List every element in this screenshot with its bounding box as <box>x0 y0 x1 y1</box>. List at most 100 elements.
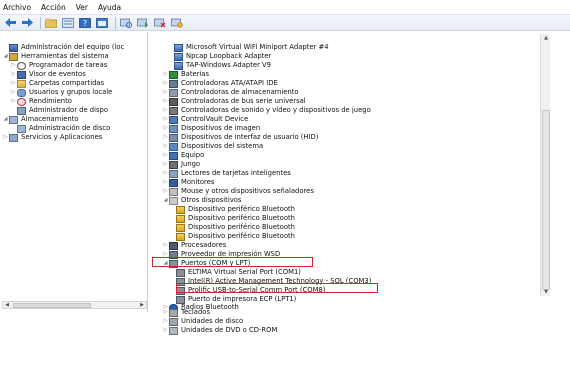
help-icon[interactable]: ? <box>78 17 92 29</box>
scan-hardware-icon[interactable] <box>119 17 133 29</box>
tree-item-services-apps[interactable]: ▷ Servicios y Aplicaciones <box>2 133 102 142</box>
expand-arrow-icon[interactable]: ▷ <box>162 151 169 160</box>
tree-item-label: Almacenamiento <box>21 115 79 123</box>
expand-arrow-icon[interactable]: ▷ <box>162 178 169 187</box>
category-item[interactable]: ▷ Controladoras de sonido y vídeo y dispo… <box>162 106 371 115</box>
tree-item-system-tools[interactable]: ◢ Herramientas del sistema <box>2 52 109 61</box>
left-horizontal-scrollbar[interactable]: ◀ ▶ <box>2 301 147 309</box>
device-item[interactable]: Dispositivo periférico Bluetooth <box>176 223 295 232</box>
menu-archivo[interactable]: Archivo <box>3 3 31 12</box>
expand-arrow-icon[interactable]: ▷ <box>162 97 169 106</box>
category-item[interactable]: ▷ Controladoras de bus serie universal <box>162 97 306 106</box>
category-item[interactable]: ▷ Equipo <box>162 151 204 160</box>
tree-item-performance[interactable]: ▷ Rendimiento <box>10 97 72 106</box>
network-adapter-icon <box>174 52 183 61</box>
tree-item-disk-management[interactable]: Administración de disco <box>17 124 110 133</box>
device-item[interactable]: Dispositivo periférico Bluetooth <box>176 205 295 214</box>
category-item[interactable]: ◢ Otros dispositivos <box>162 196 241 205</box>
tree-item-device-manager[interactable]: Administrador de dispo <box>17 106 108 115</box>
disable-icon[interactable] <box>170 17 184 29</box>
menu-ver[interactable]: Ver <box>76 3 88 12</box>
device-tree[interactable]: Microsoft Virtual WiFi Miniport Adapter … <box>152 32 552 312</box>
expand-arrow-icon[interactable]: ▷ <box>162 326 169 335</box>
device-item[interactable]: Dispositivo periférico Bluetooth <box>176 214 295 223</box>
scroll-right-arrow-icon[interactable]: ▶ <box>138 302 146 308</box>
network-adapter-icon <box>174 43 183 52</box>
category-item[interactable]: ▷ Jungo <box>162 160 200 169</box>
warning-device-icon <box>176 214 185 223</box>
up-folder-icon[interactable] <box>44 17 58 29</box>
expand-arrow-icon[interactable]: ▷ <box>10 97 17 106</box>
expand-arrow-icon[interactable]: ▷ <box>162 169 169 178</box>
expand-arrow-icon[interactable]: ▷ <box>10 70 17 79</box>
expand-arrow-icon[interactable]: ▷ <box>162 160 169 169</box>
device-item[interactable]: Microsoft Virtual WiFi Miniport Adapter … <box>174 43 329 52</box>
device-item[interactable]: TAP-Windows Adapter V9 <box>174 61 271 70</box>
expand-arrow-icon[interactable]: ▷ <box>162 115 169 124</box>
collapse-arrow-icon[interactable]: ◢ <box>2 52 9 61</box>
scroll-left-arrow-icon[interactable]: ◀ <box>3 302 11 308</box>
scrollbar-thumb[interactable] <box>13 303 91 308</box>
menu-accion[interactable]: Acción <box>41 3 66 12</box>
expand-arrow-icon[interactable]: ▷ <box>162 124 169 133</box>
collapse-arrow-icon[interactable]: ◢ <box>2 115 9 124</box>
imaging-device-icon <box>169 124 178 133</box>
uninstall-icon[interactable] <box>153 17 167 29</box>
forward-arrow-icon[interactable] <box>20 17 34 29</box>
collapse-arrow-icon[interactable]: ◢ <box>162 196 169 205</box>
smart-card-reader-icon <box>169 169 178 178</box>
expand-arrow-icon[interactable]: ▷ <box>162 142 169 151</box>
update-driver-icon[interactable] <box>136 17 150 29</box>
category-item[interactable]: ▷ Dispositivos de interfaz de usuario (HI… <box>162 133 318 142</box>
category-item[interactable]: ▷ Dispositivos de imagen <box>162 124 260 133</box>
expand-arrow-icon[interactable]: ▷ <box>162 106 169 115</box>
category-item[interactable]: ▷ Controladoras de almacenamiento <box>162 88 299 97</box>
menu-ayuda[interactable]: Ayuda <box>98 3 121 12</box>
category-item[interactable]: ▷ Teclados <box>162 308 210 317</box>
expand-arrow-icon[interactable]: ▷ <box>162 187 169 196</box>
device-item[interactable]: Dispositivo periférico Bluetooth <box>176 232 295 241</box>
category-item[interactable]: ▷ ControlVault Device <box>162 115 248 124</box>
serial-port-icon <box>176 268 185 277</box>
expand-arrow-icon[interactable]: ▷ <box>162 308 169 317</box>
right-vertical-scrollbar[interactable]: ▲ ▼ <box>540 34 550 296</box>
expand-arrow-icon[interactable]: ▷ <box>162 70 169 79</box>
category-item[interactable]: ▷ Monitores <box>162 178 214 187</box>
scroll-up-arrow-icon[interactable]: ▲ <box>541 34 551 42</box>
category-item[interactable]: ▷ Mouse y otros dispositivos señaladores <box>162 187 314 196</box>
expand-arrow-icon[interactable]: ▷ <box>162 133 169 142</box>
expand-arrow-icon[interactable]: ▷ <box>162 317 169 326</box>
category-item[interactable]: ▷ Lectores de tarjetas inteligentes <box>162 169 291 178</box>
category-label: Procesadores <box>181 241 227 249</box>
back-arrow-icon[interactable] <box>3 17 17 29</box>
expand-arrow-icon[interactable]: ▷ <box>10 61 17 70</box>
properties-icon[interactable] <box>61 17 75 29</box>
category-item[interactable]: ▷ Procesadores <box>162 241 226 250</box>
tree-item-event-viewer[interactable]: ▷ Visor de eventos <box>10 70 86 79</box>
category-item[interactable]: ▷ Controladoras ATA/ATAPI IDE <box>162 79 278 88</box>
expand-arrow-icon[interactable]: ▷ <box>162 79 169 88</box>
category-label: Controladoras de bus serie universal <box>181 97 306 105</box>
expand-arrow-icon[interactable]: ▷ <box>162 241 169 250</box>
device-item[interactable]: Npcap Loopback Adapter <box>174 52 271 61</box>
expand-arrow-icon[interactable]: ▷ <box>10 79 17 88</box>
tree-item-computer-management[interactable]: Administración del equipo (loc <box>2 43 124 52</box>
tree-item-storage[interactable]: ◢ Almacenamiento <box>2 115 79 124</box>
category-label: Mouse y otros dispositivos señaladores <box>181 187 314 195</box>
tree-item-task-scheduler[interactable]: ▷ Programador de tareas <box>10 61 107 70</box>
category-item[interactable]: ▷ Unidades de disco <box>162 317 243 326</box>
scroll-down-arrow-icon[interactable]: ▼ <box>541 288 551 296</box>
scrollbar-thumb[interactable] <box>542 110 550 290</box>
console-icon[interactable] <box>95 17 109 29</box>
expand-arrow-icon[interactable]: ▷ <box>2 133 9 142</box>
device-item[interactable]: ELTIMA Virtual Serial Port (COM1) <box>176 268 301 277</box>
left-navigation-tree[interactable]: Administración del equipo (loc ◢ Herrami… <box>0 32 148 312</box>
expand-arrow-icon[interactable]: ▷ <box>10 88 17 97</box>
category-item[interactable]: ▷ Unidades de DVD o CD-ROM <box>162 326 277 335</box>
tree-item-shared-folders[interactable]: ▷ Carpetas compartidas <box>10 79 104 88</box>
tree-item-local-users[interactable]: ▷ Usuarios y grupos locale <box>10 88 112 97</box>
expand-arrow-icon[interactable]: ▷ <box>162 88 169 97</box>
category-item[interactable]: ▷ Baterías <box>162 70 209 79</box>
category-item[interactable]: ▷ Dispositivos del sistema <box>162 142 263 151</box>
device-label: Npcap Loopback Adapter <box>186 52 272 60</box>
